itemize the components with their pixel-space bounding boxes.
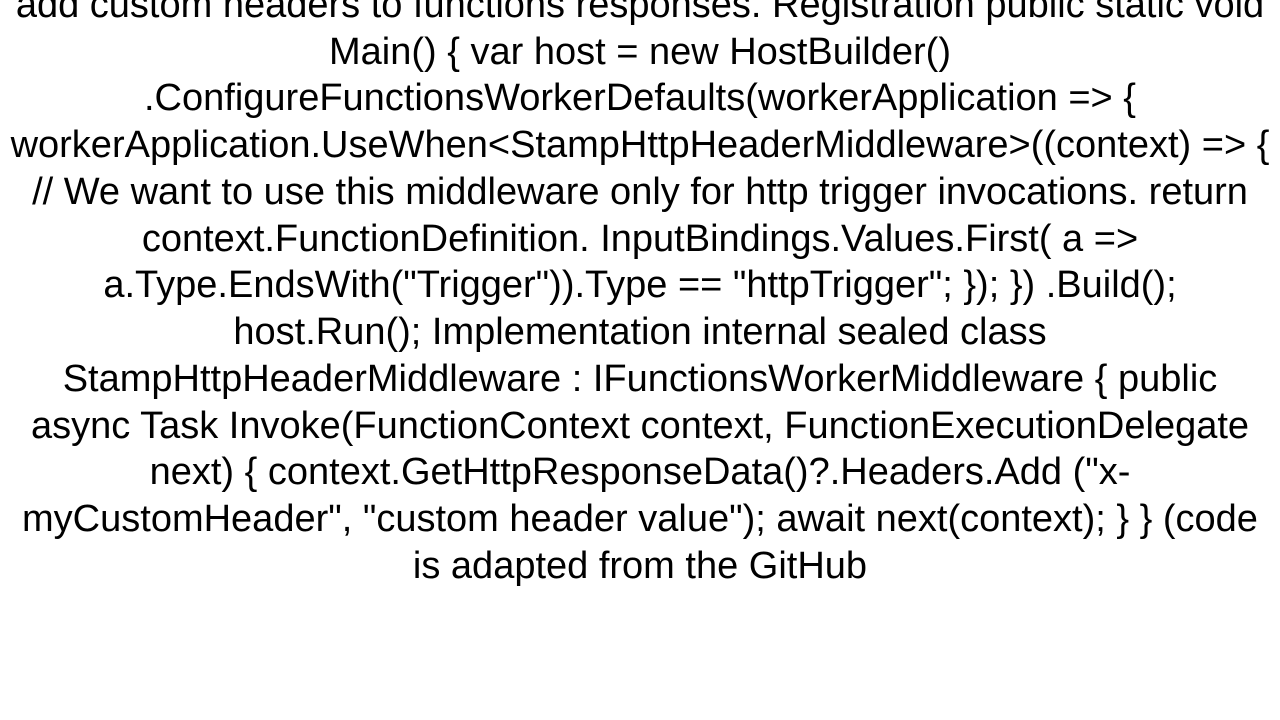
document-text: add custom headers to functions response… xyxy=(0,0,1280,590)
